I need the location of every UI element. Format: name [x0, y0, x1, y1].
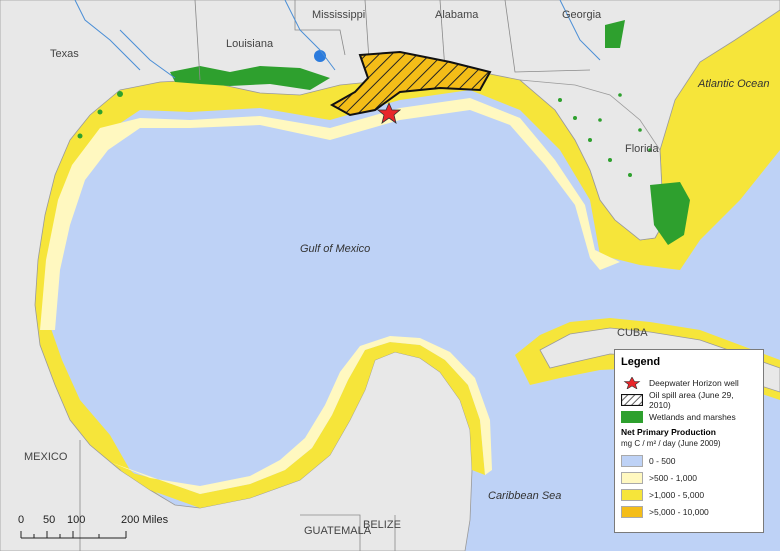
- label-texas: Texas: [50, 48, 79, 60]
- legend-class-row: >1,000 - 5,000: [621, 486, 757, 503]
- label-georgia: Georgia: [562, 9, 602, 21]
- legend-class-row: >500 - 1,000: [621, 469, 757, 486]
- class-swatch: [621, 454, 643, 467]
- legend-class-row: >5,000 - 10,000: [621, 503, 757, 520]
- legend-well-label: Deepwater Horizon well: [649, 377, 739, 388]
- wetland-swatch: [621, 410, 643, 423]
- label-alabama: Alabama: [435, 9, 479, 21]
- legend-class-row: 0 - 500: [621, 452, 757, 469]
- hatch-swatch-icon: [621, 393, 643, 406]
- label-guatemala: GUATEMALA: [304, 525, 372, 537]
- scale-tick-label: 50: [43, 514, 56, 526]
- legend-wetlands-row: Wetlands and marshes: [621, 408, 757, 425]
- legend-class-label: >500 - 1,000: [649, 472, 697, 483]
- legend-class-label: 0 - 500: [649, 455, 676, 466]
- label-louisiana: Louisiana: [226, 38, 274, 50]
- legend-title: Legend: [621, 356, 661, 368]
- scale-bar: 0 50 100 200 Miles: [18, 514, 168, 544]
- legend-spill-row: Oil spill area (June 29, 2010): [621, 389, 757, 410]
- scale-tick-label: 0: [18, 514, 25, 526]
- legend-well-row: Deepwater Horizon well: [621, 374, 757, 391]
- label-caribbean-sea: Caribbean Sea: [488, 490, 562, 502]
- class-swatch: [621, 505, 643, 518]
- legend-npp-title: Net Primary Production: [621, 427, 716, 437]
- label-mexico: MEXICO: [24, 451, 68, 463]
- label-atlantic-ocean: Atlantic Ocean: [698, 78, 770, 90]
- star-icon: [623, 376, 641, 389]
- legend-class-label: >5,000 - 10,000: [649, 506, 709, 517]
- legend-npp-unit: mg C / m² / day (June 2009): [621, 439, 721, 448]
- scale-ruler: [20, 531, 127, 539]
- class-swatch: [621, 488, 643, 501]
- label-belize: BELIZE: [363, 519, 401, 531]
- label-florida: Florida: [625, 143, 659, 155]
- scale-tick-label: 100: [67, 514, 86, 526]
- class-swatch: [621, 471, 643, 484]
- legend-spill-label: Oil spill area (June 29, 2010): [649, 389, 734, 410]
- label-mississippi: Mississippi: [312, 9, 366, 21]
- label-cuba: CUBA: [617, 327, 648, 339]
- scale-tick-label: 200 Miles: [121, 514, 169, 526]
- legend-wetlands-label: Wetlands and marshes: [649, 411, 736, 422]
- map-legend: Legend Deepwater Horizon well Oil spill …: [614, 349, 764, 533]
- legend-class-label: >1,000 - 5,000: [649, 489, 705, 500]
- label-gulf-of-mexico: Gulf of Mexico: [300, 243, 371, 255]
